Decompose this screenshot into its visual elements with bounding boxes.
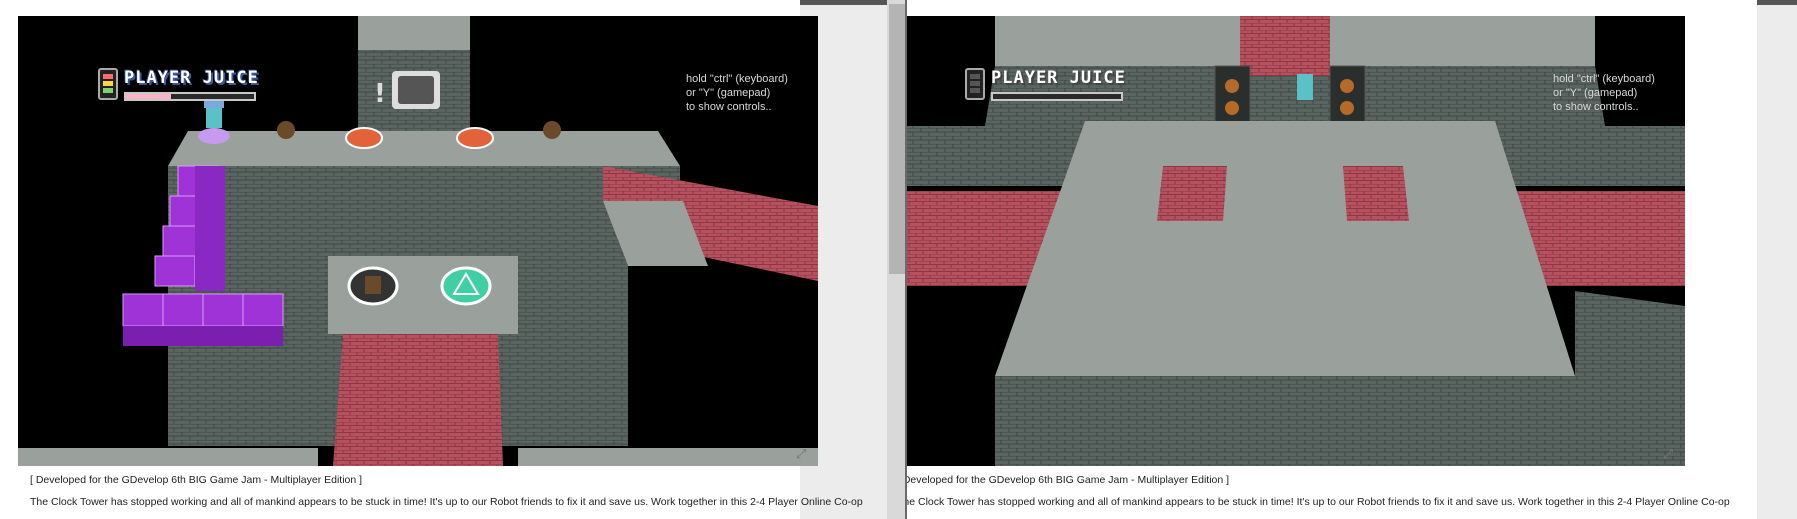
- game-description: [ Developed for the GDevelop 6th BIG Gam…: [30, 474, 863, 508]
- right-game-page: PLAYER JUICE hold "ctrl" (keyboard) or "…: [907, 0, 1757, 519]
- juice-bar: [991, 92, 1123, 101]
- player-juice-hud: PLAYER JUICE: [965, 68, 1126, 101]
- description-paragraph: The Clock Tower has stopped working and …: [30, 496, 863, 508]
- description-heading: [ Developed for the GDevelop 6th BIG Gam…: [30, 474, 363, 486]
- juice-title: PLAYER JUICE: [991, 68, 1126, 88]
- hint-line-1: hold "ctrl" (keyboard): [686, 73, 788, 85]
- svg-text:!: !: [374, 79, 386, 109]
- walkway-top: [168, 131, 680, 166]
- game-description: [ Developed for the GDevelop 6th BIG Gam…: [907, 474, 1730, 508]
- battery-icon: [98, 68, 118, 100]
- controls-hint: hold "ctrl" (keyboard) or "Y" (gamepad) …: [686, 72, 788, 114]
- controls-hint: hold "ctrl" (keyboard) or "Y" (gamepad) …: [1553, 72, 1655, 114]
- left-scroll-thumb[interactable]: [889, 4, 905, 274]
- right-game-canvas[interactable]: PLAYER JUICE hold "ctrl" (keyboard) or "…: [907, 16, 1685, 466]
- juice-fill: [126, 94, 171, 99]
- hint-line-1: hold "ctrl" (keyboard): [1553, 73, 1655, 85]
- orange-button-2: [456, 127, 494, 149]
- main-platform: [995, 121, 1575, 376]
- orange-button-1: [345, 127, 383, 149]
- left-scrollbar[interactable]: [887, 0, 907, 519]
- fullscreen-icon[interactable]: ⤢: [1663, 446, 1677, 461]
- speaker-right: [1329, 65, 1366, 127]
- red-tile-right: [1343, 166, 1409, 221]
- player-juice-hud: PLAYER JUICE: [98, 68, 259, 101]
- left-game-canvas[interactable]: ! PLAYER JUICE hold "ctrl" (keyboard) or…: [18, 16, 818, 466]
- barrel-1: [277, 121, 295, 139]
- left-game-page: ! PLAYER JUICE hold "ctrl" (keyboard) or…: [0, 0, 863, 519]
- fullscreen-icon[interactable]: ⤢: [796, 446, 810, 461]
- red-stairs-top: [1240, 16, 1330, 76]
- description-paragraph: The Clock Tower has stopped working and …: [907, 496, 1730, 508]
- hint-line-3: to show controls..: [1553, 101, 1639, 113]
- red-stairs: [333, 334, 503, 466]
- hint-line-3: to show controls..: [686, 101, 772, 113]
- juice-bar: [124, 92, 256, 101]
- robot-player: [1297, 74, 1313, 100]
- hint-line-2: or "Y" (gamepad): [686, 87, 771, 99]
- start-pad: [198, 128, 230, 144]
- barrel-2: [543, 121, 561, 139]
- hint-line-2: or "Y" (gamepad): [1553, 87, 1638, 99]
- battery-icon: [965, 68, 985, 100]
- right-browser-pane: PLAYER JUICE hold "ctrl" (keyboard) or "…: [907, 0, 1797, 519]
- red-tile-left: [1157, 166, 1227, 221]
- left-browser-pane: ! PLAYER JUICE hold "ctrl" (keyboard) or…: [0, 0, 887, 519]
- juice-title: PLAYER JUICE: [124, 68, 259, 88]
- description-heading: [ Developed for the GDevelop 6th BIG Gam…: [907, 474, 1230, 486]
- speaker-left: [1214, 65, 1251, 127]
